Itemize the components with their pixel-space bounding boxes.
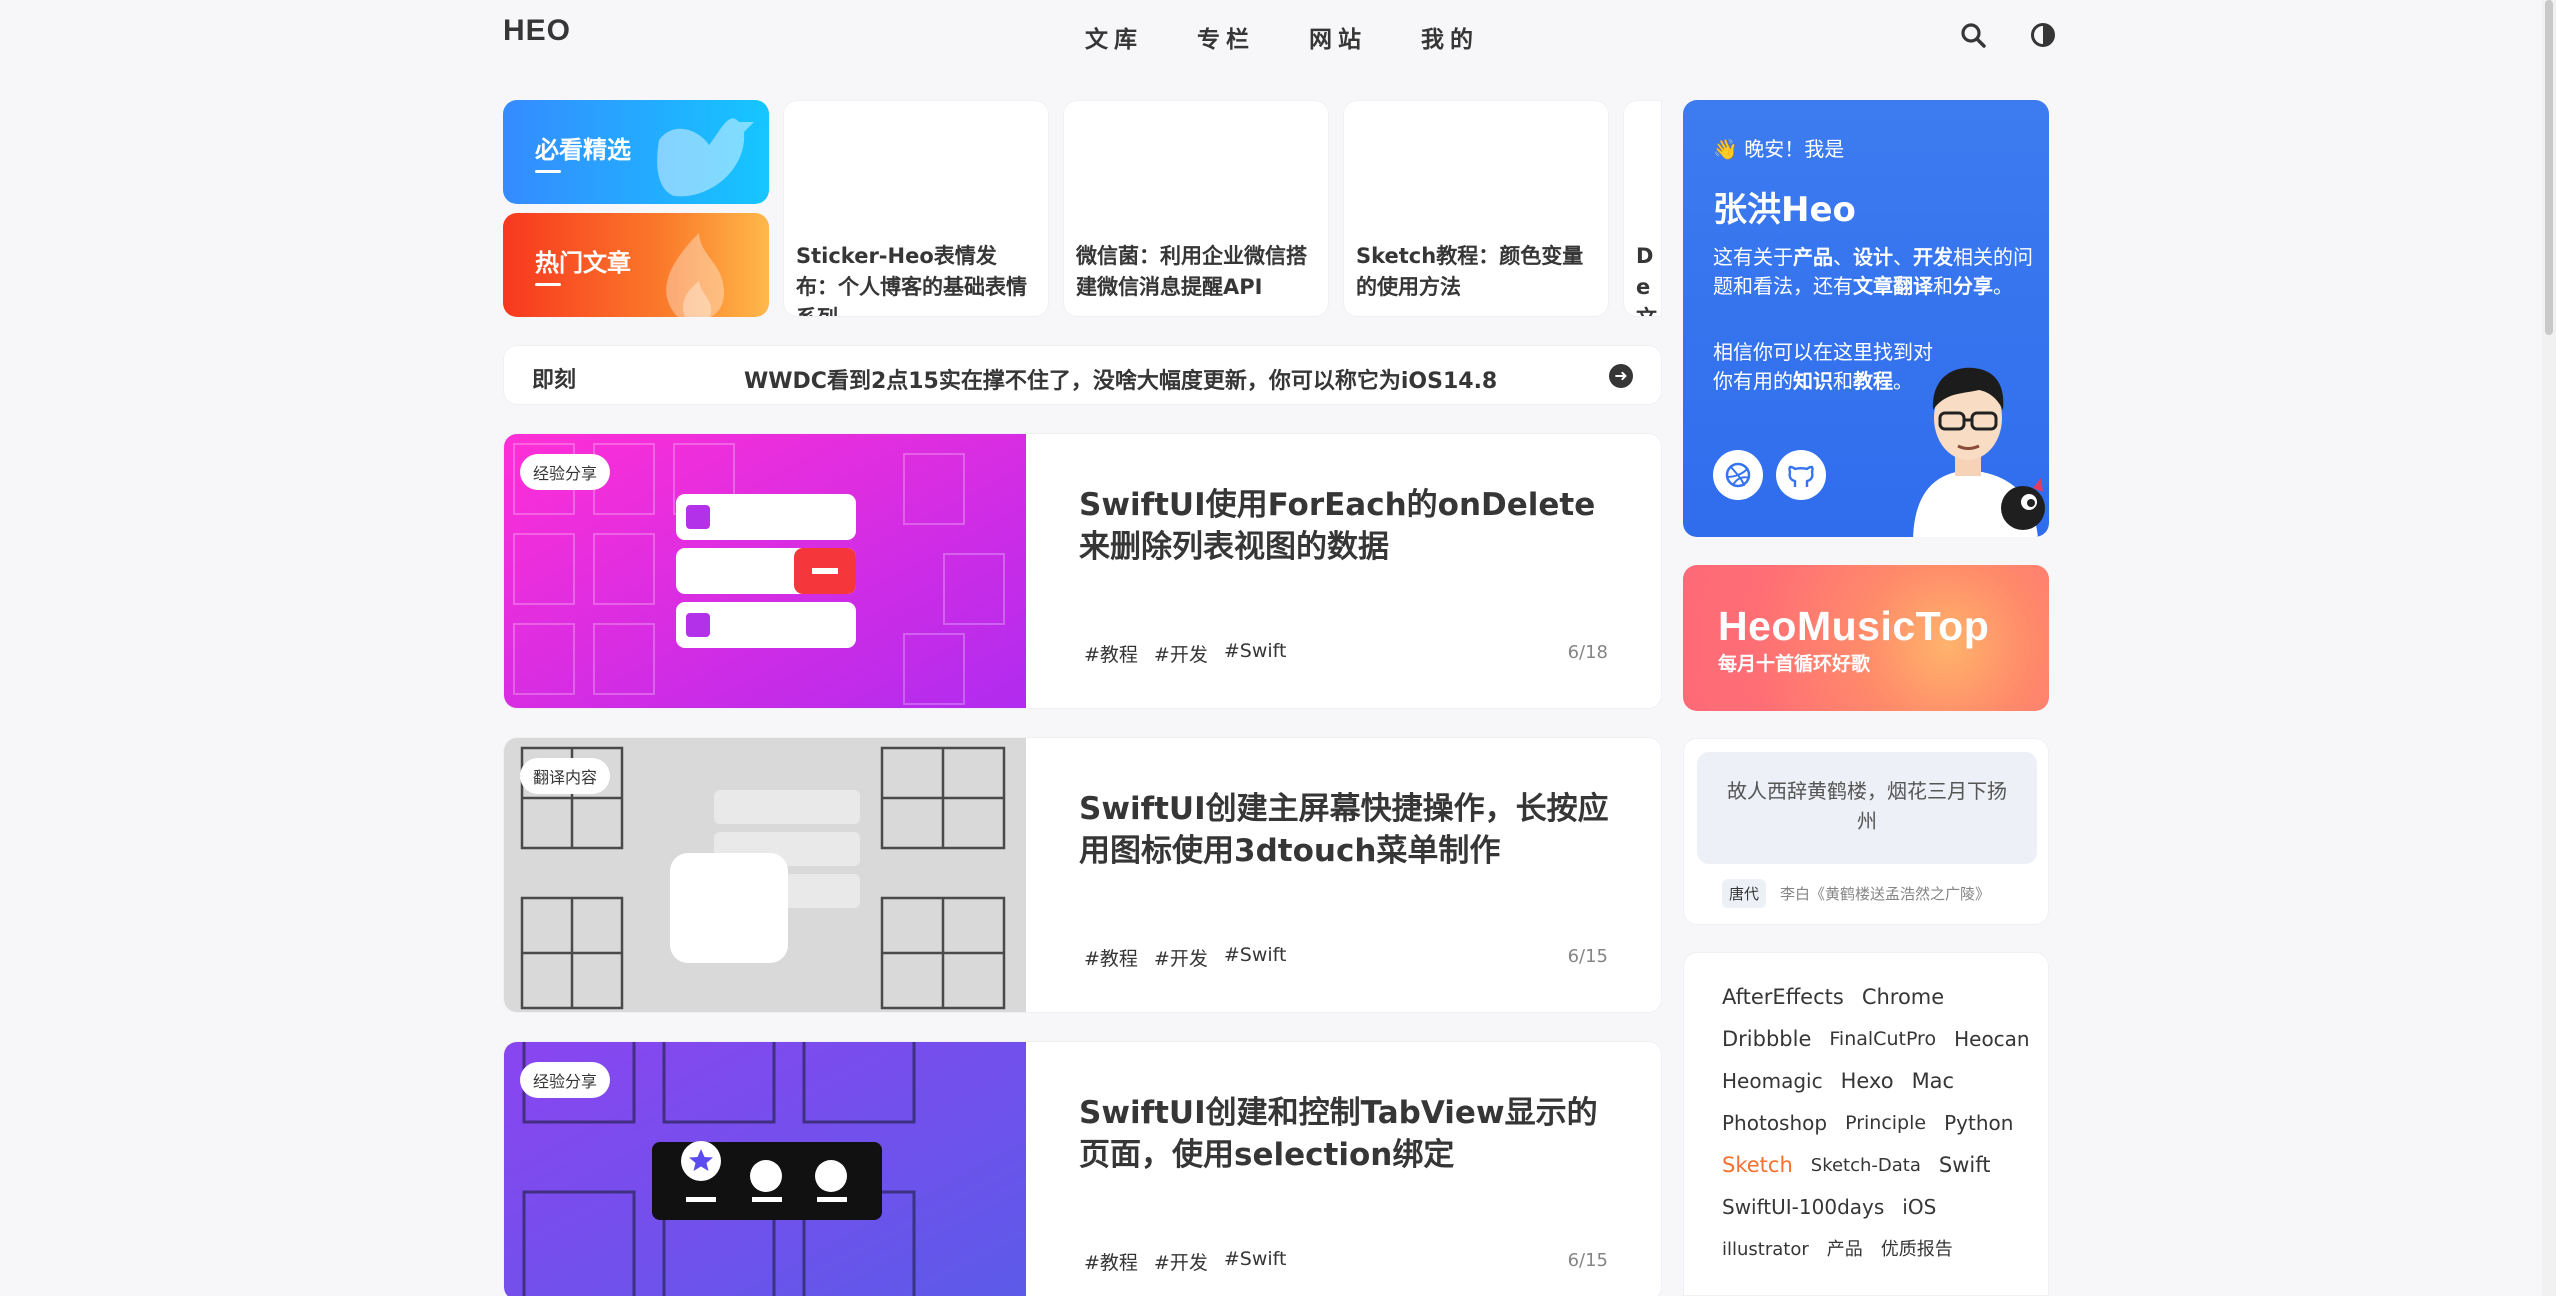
tag-cloud-item[interactable]: iOS bbox=[1902, 1191, 1936, 1224]
tag-cloud-item[interactable]: Hexo bbox=[1841, 1065, 1894, 1098]
tag-cloud-item[interactable]: Heomagic bbox=[1722, 1065, 1823, 1098]
post-title[interactable]: SwiftUI创建和控制TabView显示的页面，使用selection绑定 bbox=[1079, 1092, 1619, 1176]
top-post-card[interactable]: 微信菌：利用企业微信搭建微信消息提醒API bbox=[1063, 100, 1329, 317]
page-scrollbar[interactable] bbox=[2542, 0, 2556, 1296]
tag-cloud-item[interactable]: 产品 bbox=[1827, 1233, 1863, 1266]
post-tags: #教程 #开发 #Swift bbox=[1084, 1248, 1286, 1275]
tag-cloud-item[interactable]: Photoshop bbox=[1722, 1107, 1827, 1140]
tag-cloud-list: AfterEffects Chrome Dribbble FinalCutPro Heo… bbox=[1722, 981, 2032, 1266]
music-subtitle: 每月十首循环好歌 bbox=[1718, 653, 1871, 675]
scrollbar-thumb[interactable] bbox=[2545, 0, 2553, 335]
top-post-title: 微信菌：利用企业微信搭建微信消息提醒API bbox=[1076, 244, 1307, 299]
top-post-card[interactable]: Sticker-Heo表情发布：个人博客的基础表情系列 bbox=[783, 100, 1049, 317]
post-card[interactable]: 经验分享 SwiftUI创建和控制TabView显示的页面，使用selectio… bbox=[503, 1041, 1662, 1296]
category-hot[interactable]: 热门文章 bbox=[503, 213, 769, 317]
post-tag[interactable]: #开发 bbox=[1154, 640, 1208, 667]
tag-cloud-item[interactable]: Chrome bbox=[1862, 981, 1944, 1014]
post-tag[interactable]: #教程 bbox=[1084, 1248, 1138, 1275]
search-icon[interactable] bbox=[1960, 22, 1986, 48]
post-tags: #教程 #开发 #Swift bbox=[1084, 640, 1286, 667]
music-title: HeoMusicTop bbox=[1718, 603, 1990, 649]
github-icon[interactable] bbox=[1776, 450, 1826, 500]
tag-cloud-item[interactable]: Principle bbox=[1845, 1107, 1926, 1140]
post-category-badge[interactable]: 翻译内容 bbox=[520, 758, 611, 794]
post-title[interactable]: SwiftUI使用ForEach的onDelete来删除列表视图的数据 bbox=[1079, 484, 1619, 568]
tag-cloud: AfterEffects Chrome Dribbble FinalCutPro Heo… bbox=[1683, 952, 2049, 1296]
post-card[interactable]: 翻译内容 SwiftUI创建主屏幕快捷操作，长按应用图标使用3dtouch菜单制… bbox=[503, 737, 1662, 1013]
post-date: 6/15 bbox=[1567, 1250, 1608, 1271]
tag-cloud-item[interactable]: Mac bbox=[1912, 1065, 1955, 1098]
post-tag[interactable]: #教程 bbox=[1084, 640, 1138, 667]
post-tag[interactable]: #Swift bbox=[1224, 640, 1287, 667]
post-title[interactable]: SwiftUI创建主屏幕快捷操作，长按应用图标使用3dtouch菜单制作 bbox=[1079, 788, 1619, 872]
tag-cloud-item[interactable]: SwiftUI-100days bbox=[1722, 1191, 1884, 1224]
poem-card: 故人西辞黄鹤楼，烟花三月下扬州 唐代 李白《黄鹤楼送孟浩然之广陵》 bbox=[1683, 738, 2049, 925]
ticker-message[interactable]: WWDC看到2点15实在撑不住了，没啥大幅度更新，你可以称它为iOS14.8 bbox=[744, 363, 1497, 395]
tag-cloud-item[interactable]: Sketch bbox=[1722, 1149, 1793, 1182]
author-card: 👋 晚安！我是 张洪Heo 这有关于产品、设计、开发相关的问题和看法，还有文章翻… bbox=[1683, 100, 2049, 537]
tag-cloud-item[interactable]: 优质报告 bbox=[1881, 1233, 1953, 1266]
dribbble-icon[interactable] bbox=[1713, 450, 1763, 500]
arrow-right-icon[interactable]: ➜ bbox=[1609, 364, 1633, 388]
menu-item-mine[interactable]: 我的 bbox=[1421, 20, 1479, 54]
poem-source: 李白《黄鹤楼送孟浩然之广陵》 bbox=[1780, 885, 1991, 903]
author-avatar bbox=[1913, 367, 2045, 537]
menu-item-library[interactable]: 文库 bbox=[1085, 20, 1143, 54]
tag-cloud-item[interactable]: FinalCutPro bbox=[1829, 1023, 1936, 1056]
post-category-badge[interactable]: 经验分享 bbox=[520, 454, 611, 490]
post-tag[interactable]: #教程 bbox=[1084, 944, 1138, 971]
menu-item-sites[interactable]: 网站 bbox=[1309, 20, 1367, 54]
tag-cloud-item[interactable]: AfterEffects bbox=[1722, 981, 1844, 1014]
post-date: 6/18 bbox=[1567, 642, 1608, 663]
dark-mode-toggle-icon[interactable] bbox=[2030, 22, 2056, 48]
author-greeting: 👋 晚安！我是 bbox=[1713, 137, 1845, 161]
site-logo[interactable]: HEO bbox=[503, 14, 571, 48]
tag-cloud-item[interactable]: Python bbox=[1944, 1107, 2013, 1140]
top-post-title: Sketch教程：颜色变量的使用方法 bbox=[1356, 244, 1584, 299]
tag-cloud-item[interactable]: Dribbble bbox=[1722, 1023, 1811, 1056]
category-featured-label: 必看精选 bbox=[535, 130, 631, 173]
main-menu: 文库 专栏 网站 我的 bbox=[1085, 20, 1479, 54]
top-post-title: Sticker-Heo表情发布：个人博客的基础表情系列 bbox=[796, 244, 1027, 316]
top-post-title: De文 bbox=[1636, 244, 1657, 316]
poem-text: 故人西辞黄鹤楼，烟花三月下扬州 bbox=[1697, 752, 2037, 864]
category-featured[interactable]: 必看精选 bbox=[503, 100, 769, 204]
post-tags: #教程 #开发 #Swift bbox=[1084, 944, 1286, 971]
author-name: 张洪Heo bbox=[1713, 190, 1856, 230]
tag-cloud-item[interactable]: Heocan bbox=[1954, 1023, 2030, 1056]
poem-era-badge: 唐代 bbox=[1722, 879, 1767, 908]
post-tag[interactable]: #Swift bbox=[1224, 1248, 1287, 1275]
moments-ticker[interactable]: 即刻 WWDC看到2点15实在撑不住了，没啥大幅度更新，你可以称它为iOS14.… bbox=[503, 345, 1662, 405]
post-card[interactable]: 经验分享 SwiftUI使用ForEach的onDelete来删除列表视图的数据… bbox=[503, 433, 1662, 709]
tag-cloud-item[interactable]: Sketch-Data bbox=[1811, 1149, 1921, 1182]
top-post-card[interactable]: Sketch教程：颜色变量的使用方法 bbox=[1343, 100, 1609, 317]
ticker-keyword: 即刻 bbox=[532, 368, 577, 393]
post-date: 6/15 bbox=[1567, 946, 1608, 967]
post-tag[interactable]: #开发 bbox=[1154, 944, 1208, 971]
author-description: 这有关于产品、设计、开发相关的问题和看法，还有文章翻译和分享。 bbox=[1713, 245, 2033, 298]
post-category-badge[interactable]: 经验分享 bbox=[520, 1062, 611, 1098]
menu-item-column[interactable]: 专栏 bbox=[1197, 20, 1255, 54]
flame-icon bbox=[666, 233, 724, 317]
music-banner[interactable]: HeoMusicTop 每月十首循环好歌 bbox=[1683, 565, 2049, 711]
post-tag[interactable]: #开发 bbox=[1154, 1248, 1208, 1275]
tag-cloud-item[interactable]: illustrator bbox=[1722, 1233, 1809, 1266]
tag-cloud-item[interactable]: Swift bbox=[1939, 1149, 1991, 1182]
bird-icon bbox=[657, 118, 754, 197]
category-hot-label: 热门文章 bbox=[535, 243, 631, 286]
top-post-card[interactable]: De文 bbox=[1623, 100, 1662, 317]
top-navbar: HEO 文库 专栏 网站 我的 bbox=[0, 0, 2556, 72]
post-tag[interactable]: #Swift bbox=[1224, 944, 1287, 971]
